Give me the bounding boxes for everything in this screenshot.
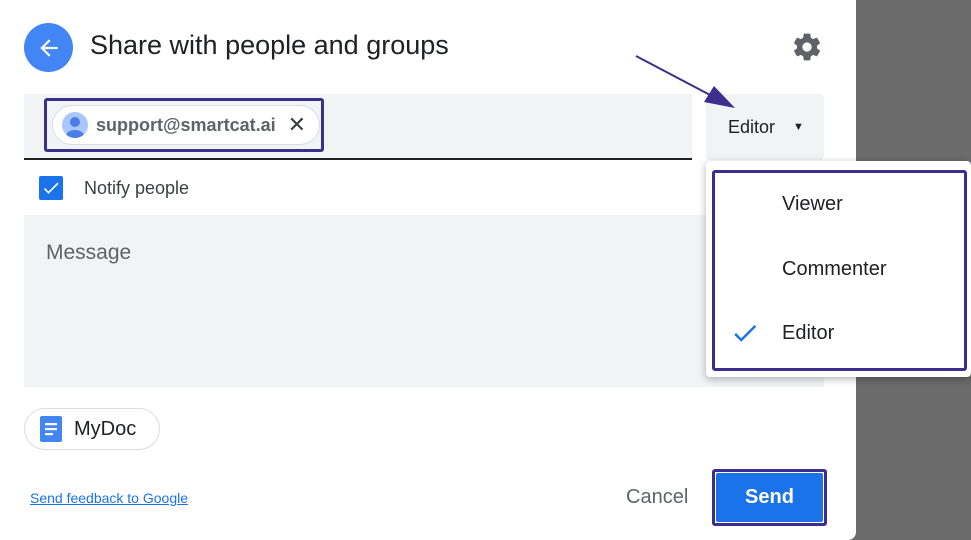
send-feedback-link[interactable]: Send feedback to Google bbox=[30, 490, 188, 506]
message-placeholder: Message bbox=[46, 241, 132, 264]
menu-item-label: Editor bbox=[782, 321, 835, 344]
attached-doc-chip[interactable]: MyDoc bbox=[24, 408, 160, 450]
role-dropdown[interactable]: Editor ▼ bbox=[706, 94, 824, 160]
dialog-title: Share with people and groups bbox=[90, 30, 449, 60]
notify-people-option[interactable]: Notify people bbox=[39, 176, 189, 200]
menu-item-label: Viewer bbox=[782, 192, 843, 215]
caret-down-icon: ▼ bbox=[793, 121, 804, 133]
cancel-button[interactable]: Cancel bbox=[626, 486, 688, 509]
notify-label: Notify people bbox=[84, 177, 190, 198]
menu-item-label: Commenter bbox=[782, 257, 887, 280]
gear-icon bbox=[794, 33, 820, 61]
check-icon bbox=[734, 324, 757, 342]
menu-item-viewer[interactable]: Viewer bbox=[706, 176, 971, 232]
menu-item-editor[interactable]: Editor bbox=[706, 305, 971, 361]
message-field[interactable]: Message bbox=[24, 215, 824, 387]
chip-highlight-box bbox=[44, 98, 324, 152]
send-highlight-box bbox=[712, 469, 827, 526]
attached-doc-name: MyDoc bbox=[74, 417, 137, 440]
google-docs-icon bbox=[40, 416, 62, 442]
back-button[interactable] bbox=[24, 23, 73, 72]
check-icon bbox=[43, 182, 59, 194]
menu-item-commenter[interactable]: Commenter bbox=[706, 241, 971, 297]
settings-button[interactable] bbox=[790, 30, 824, 64]
arrow-left-icon bbox=[39, 38, 58, 57]
role-dropdown-label: Editor bbox=[728, 116, 776, 137]
notify-checkbox[interactable] bbox=[39, 176, 63, 200]
